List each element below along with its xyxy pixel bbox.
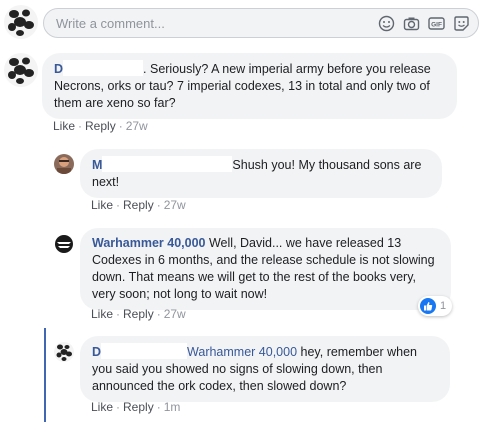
redacted-name [102,156,233,172]
page-avatar[interactable] [54,234,74,254]
replier-avatar[interactable] [54,154,74,174]
comment-timestamp[interactable]: 27w [164,198,186,212]
sticker-icon[interactable] [453,15,470,32]
reply-link[interactable]: Reply [123,400,154,414]
camera-icon[interactable] [403,15,420,32]
comment-author[interactable]: D [54,62,63,76]
thumbs-up-icon [420,298,436,314]
commenter-avatar[interactable] [54,342,74,362]
comment-timestamp[interactable]: 27w [126,119,148,133]
like-link[interactable]: Like [91,307,113,321]
redacted-name [101,343,188,359]
composer-icons: GIF [378,15,470,32]
svg-text:GIF: GIF [431,21,442,28]
gif-icon[interactable]: GIF [428,15,445,32]
comment-bubble: D Warhammer 40,000 hey, remember when you… [80,336,450,402]
comment-actions: Like · Reply · 27w [53,119,148,133]
comment-bubble: D. Seriously? A new imperial army before… [42,53,457,119]
composer-avatar[interactable] [4,5,38,39]
redacted-name [63,60,144,76]
mention-link[interactable]: Warhammer 40,000 [187,345,297,359]
comment-author[interactable]: Warhammer 40,000 [92,236,206,250]
commenter-avatar[interactable] [4,53,38,87]
comment-author[interactable]: M [92,158,102,172]
comment-timestamp[interactable]: 1m [164,400,181,414]
reaction-count: 1 [440,300,447,312]
comment-actions: Like · Reply · 1m [91,400,181,414]
comment-actions: Like · Reply · 27w [91,307,186,321]
comment-bubble: M Shush you! My thousand sons are next! [80,149,442,198]
comment-timestamp[interactable]: 27w [164,307,186,321]
comment-composer[interactable]: GIF [43,8,479,38]
like-link[interactable]: Like [91,198,113,212]
like-link[interactable]: Like [53,119,75,133]
comment-bubble: Warhammer 40,000 Well, David... we have … [80,228,451,310]
emoji-icon[interactable] [378,15,395,32]
comment-input[interactable] [56,15,346,32]
reaction-badge[interactable]: 1 [418,296,453,316]
reply-link[interactable]: Reply [123,198,154,212]
like-link[interactable]: Like [91,400,113,414]
comment-actions: Like · Reply · 27w [91,198,186,212]
reply-link[interactable]: Reply [85,119,116,133]
reply-link[interactable]: Reply [123,307,154,321]
thread-indicator [44,328,46,422]
comment-author[interactable]: D [92,345,101,359]
